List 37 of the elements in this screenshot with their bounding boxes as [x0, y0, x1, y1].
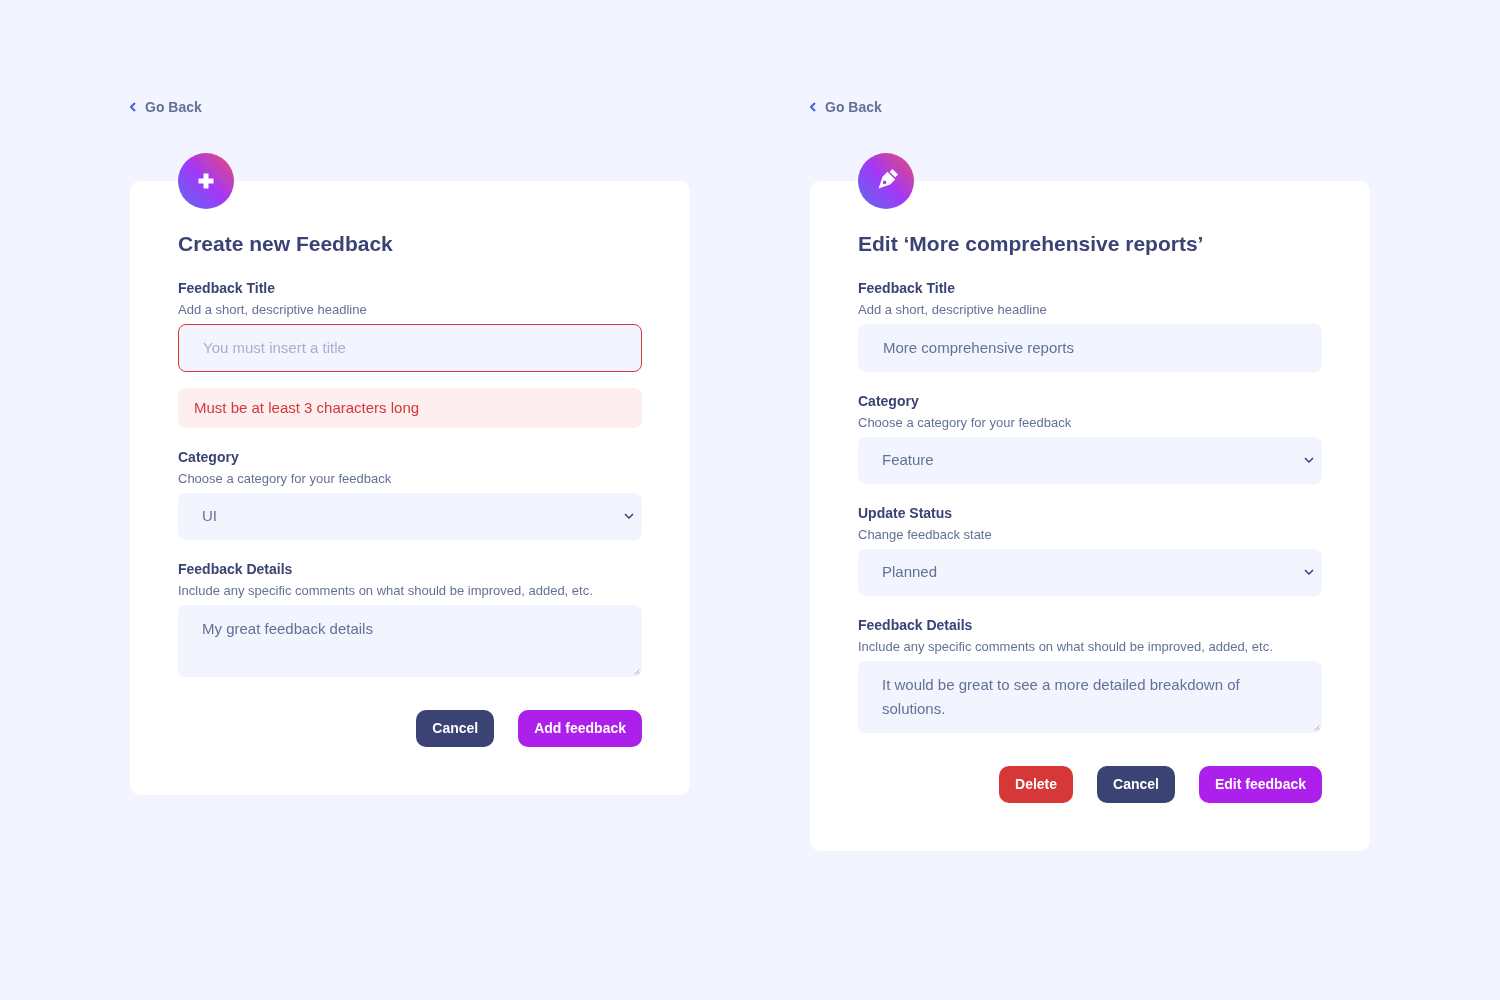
field-label: Category [858, 392, 920, 411]
text-input[interactable]: More comprehensive reports [858, 324, 1322, 372]
delete-button[interactable]: Delete [999, 766, 1074, 803]
chevron-left-icon [130, 102, 136, 112]
go-back-link[interactable]: Go Back [130, 97, 202, 117]
resize-grip-icon [1314, 725, 1320, 731]
field-description: Choose a category for your feedback [858, 414, 1073, 432]
field-description: Include any specific comments on what should be improved, added, etc. [178, 582, 594, 600]
field-label: Update Status [858, 504, 954, 523]
field-label: Feedback Details [178, 560, 294, 579]
dropdown-select[interactable]: UI [178, 493, 642, 540]
field-description: Include any specific comments on what should be improved, added, etc. [858, 638, 1274, 656]
resize-grip-icon [634, 669, 640, 675]
field-label: Feedback Title [858, 279, 956, 298]
cancel-button[interactable]: Cancel [1097, 766, 1175, 803]
field-description: Add a short, descriptive headline [178, 301, 368, 319]
dropdown-select[interactable]: Planned [858, 549, 1322, 596]
field-description: Change feedback state [858, 526, 993, 544]
form-title: Create new Feedback [178, 231, 394, 257]
cancel-button[interactable]: Cancel [416, 710, 495, 747]
chevron-left-icon [810, 102, 816, 112]
field-label: Feedback Title [178, 279, 276, 298]
field-description: Choose a category for your feedback [178, 470, 393, 488]
submit-button[interactable]: Edit feedback [1198, 766, 1322, 803]
dropdown-select[interactable]: Feature [858, 437, 1322, 484]
field-description: Add a short, descriptive headline [858, 301, 1048, 319]
chevron-down-icon [1304, 569, 1314, 576]
chevron-down-icon [624, 513, 634, 520]
error-message: Must be at least 3 characters long [178, 388, 642, 428]
go-back-link[interactable]: Go Back [810, 97, 882, 117]
form-title: Edit ‘More comprehensive reports’ [858, 231, 1205, 257]
textarea-field[interactable]: My great feedback details [178, 605, 642, 677]
field-label: Feedback Details [858, 616, 974, 635]
textarea-field[interactable]: It would be great to see a more detailed breakdown of solutions. [858, 661, 1322, 733]
submit-button[interactable]: Add feedback [518, 710, 642, 747]
chevron-down-icon [1304, 457, 1314, 464]
field-label: Category [178, 448, 240, 467]
